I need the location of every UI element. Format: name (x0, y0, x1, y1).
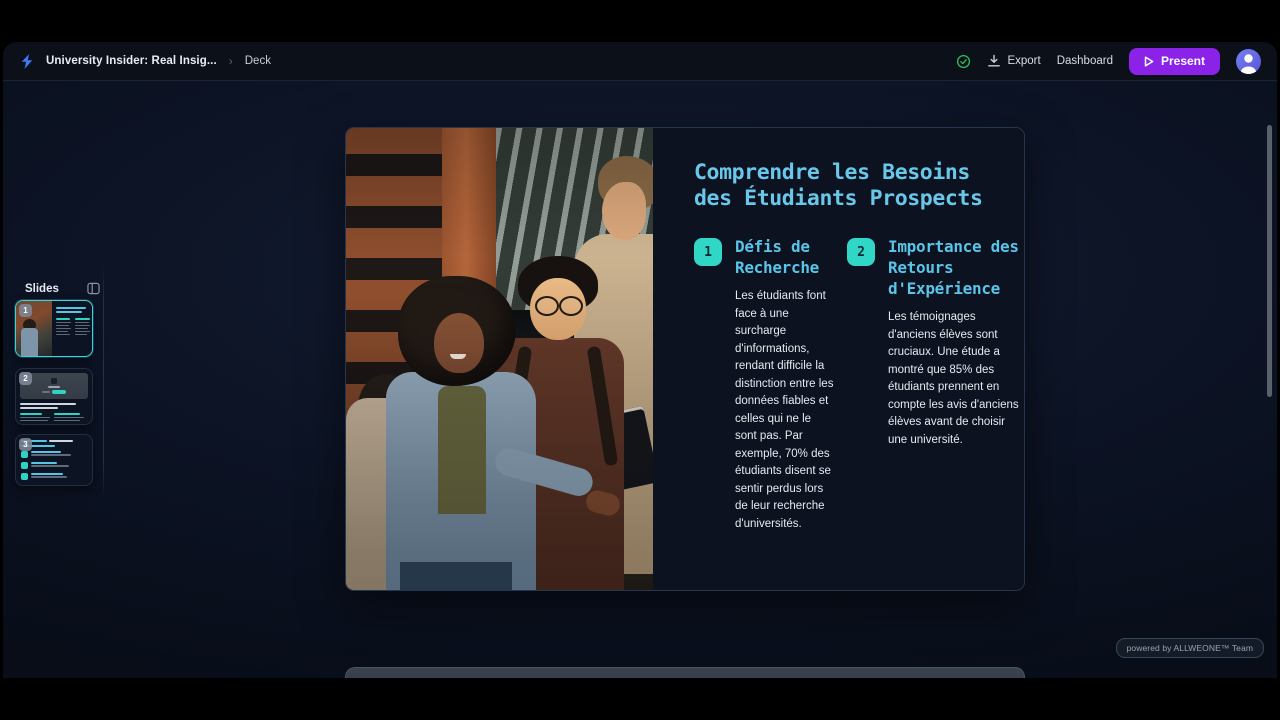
slides-panel: Slides 1 2 3 (3, 81, 107, 678)
slide-title[interactable]: Comprendre les Besoins des Étudiants Pro… (694, 160, 1002, 212)
slide-thumbnail-2[interactable]: 2 (15, 368, 93, 425)
slide-number-badge: 1 (19, 304, 32, 317)
panel-divider (103, 265, 104, 497)
user-icon (1240, 53, 1257, 74)
screen: University Insider: Real Insig... › Deck… (0, 0, 1280, 720)
section-body: Les témoignages d'anciens élèves sont cr… (888, 311, 1019, 446)
saved-check-icon (956, 54, 971, 69)
slide-photo (346, 128, 653, 590)
play-icon (1144, 55, 1154, 67)
section-number-badge: 2 (847, 238, 875, 266)
breadcrumb-current[interactable]: Deck (245, 55, 271, 67)
thumb1-content (56, 307, 90, 335)
document-title[interactable]: University Insider: Real Insig... (46, 55, 217, 67)
app-window: University Insider: Real Insig... › Deck… (3, 42, 1277, 678)
download-icon (988, 54, 1001, 67)
photo-vignette (346, 128, 653, 590)
section-heading: Défis de Recherche (735, 237, 819, 277)
export-label: Export (1007, 55, 1041, 67)
watermark-badge: powered by ALLWEONE™ Team (1115, 638, 1264, 658)
slide-text-panel: Comprendre les Besoins des Étudiants Pro… (653, 128, 1024, 590)
vertical-scrollbar[interactable] (1267, 125, 1272, 397)
top-bar: University Insider: Real Insig... › Deck… (3, 42, 1277, 81)
user-avatar[interactable] (1236, 48, 1261, 74)
letterbox-bottom (0, 678, 1280, 720)
section-number-badge: 1 (694, 238, 722, 266)
slide-card[interactable]: Comprendre les Besoins des Étudiants Pro… (345, 127, 1025, 591)
slide-thumbnail-1[interactable]: 1 (15, 300, 93, 357)
breadcrumb-chevron-icon: › (228, 54, 233, 68)
slides-panel-title: Slides (25, 282, 59, 295)
dashboard-button[interactable]: Dashboard (1057, 55, 1113, 67)
present-button[interactable]: Present (1128, 47, 1220, 75)
slide-section-2[interactable]: 2 Importance des Retours d'Expérience Le… (847, 236, 1020, 533)
next-slide-card[interactable] (345, 667, 1025, 678)
app-logo-icon[interactable] (19, 53, 36, 70)
section-heading: Importance des Retours d'Expérience (888, 237, 1019, 298)
slide-thumbnail-3[interactable]: 3 (15, 434, 93, 486)
slide-section-1[interactable]: 1 Défis de Recherche Les étudiants font … (694, 236, 847, 533)
slide-number-badge: 2 (19, 372, 32, 385)
editor-canvas: Slides 1 2 3 Comprendre les Besoins des … (3, 81, 1277, 678)
export-button[interactable]: Export (987, 54, 1041, 68)
panel-toggle-icon[interactable] (87, 282, 100, 295)
letterbox-top (0, 0, 1280, 42)
thumb2-content (20, 403, 88, 421)
section-body: Les étudiants font face à une surcharge … (735, 290, 834, 530)
slide-number-badge: 3 (19, 438, 32, 451)
